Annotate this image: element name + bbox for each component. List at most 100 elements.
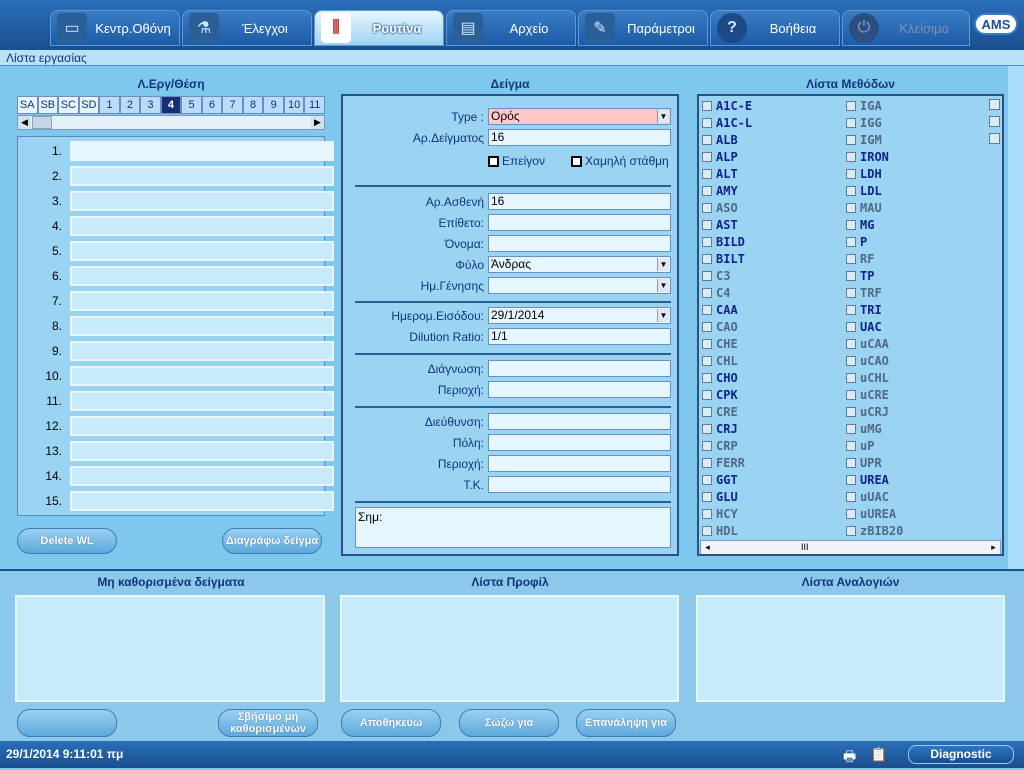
row-content[interactable] [70,441,334,461]
low-level-checkbox[interactable]: Χαμηλή στάθμη [571,154,669,168]
delete-wl-button[interactable]: Delete WL [17,528,117,554]
checkbox-icon[interactable] [571,156,582,168]
urgent-checkbox[interactable]: Επείγον [488,154,545,168]
method-item[interactable]: ALP [702,149,738,166]
checkbox-icon[interactable] [702,220,712,230]
row-content[interactable] [70,491,334,511]
position-scrollbar[interactable]: ◀ ▶ [17,115,325,130]
method-item[interactable]: uMG [846,421,882,438]
method-item[interactable]: CHE [702,336,738,353]
method-item[interactable]: LDH [846,166,882,183]
method-item[interactable]: IGA [846,98,882,115]
name-input[interactable] [488,235,671,252]
checkbox-icon[interactable] [846,220,856,230]
position-cell[interactable]: SD [78,96,100,114]
worklist-row[interactable]: 5. [18,241,334,261]
tab-close[interactable]: ⏻ Κλείσιμο [842,10,970,46]
method-item[interactable]: uCAA [846,336,889,353]
tab-parameters[interactable]: ✎ Παράμετροι [578,10,708,46]
region2-input[interactable] [488,455,671,472]
row-content[interactable] [70,291,334,311]
worklist-row[interactable]: 12. [18,416,334,436]
method-item[interactable]: uP [846,438,874,455]
method-item[interactable]: IGG [846,115,882,132]
position-cell[interactable]: 9 [263,96,284,114]
tab-controls[interactable]: ⚗ Έλεγχοι [182,10,312,46]
method-item[interactable]: FERR [702,455,745,472]
row-content[interactable] [70,391,334,411]
checkbox-icon[interactable] [702,305,712,315]
position-cell[interactable]: 1 [99,96,120,114]
worklist-row[interactable]: 3. [18,191,334,211]
worklist-row[interactable]: 7. [18,291,334,311]
tab-main-screen[interactable]: ▭ Κεντρ.Οθόνη [50,10,180,46]
chevron-down-icon[interactable]: ▼ [657,110,669,123]
checkbox-icon[interactable] [846,305,856,315]
worklist-row[interactable]: 6. [18,266,334,286]
method-item[interactable]: RF [846,251,874,268]
checkbox-icon[interactable] [846,424,856,434]
row-content[interactable] [70,416,334,436]
method-item[interactable]: UPR [846,455,882,472]
row-content[interactable] [70,216,334,236]
dilution-input[interactable]: 1/1 [488,328,671,345]
method-item[interactable]: ASO [702,200,738,217]
method-item[interactable]: uCRE [846,387,889,404]
checkbox-icon[interactable] [702,339,712,349]
method-item[interactable]: HCY [702,506,738,523]
profile-list[interactable] [340,595,679,702]
method-item[interactable]: LDL [846,183,882,200]
method-item[interactable]: MAU [846,200,882,217]
method-item[interactable]: UAC [846,319,882,336]
worklist-row[interactable]: 4. [18,216,334,236]
checkbox-icon[interactable] [702,322,712,332]
position-cell[interactable]: 6 [201,96,223,114]
method-item[interactable]: CRJ [702,421,738,438]
checkbox-icon[interactable] [846,203,856,213]
position-cell[interactable]: 7 [222,96,243,114]
method-item[interactable]: ALB [702,132,738,149]
checkbox-icon[interactable] [846,237,856,247]
position-cell[interactable]: SB [37,96,59,114]
clipboard-icon[interactable]: 📋 [870,746,887,763]
worklist-row[interactable]: 2. [18,166,334,186]
position-cell[interactable]: 3 [140,96,161,114]
method-item[interactable]: A1C-E [702,98,752,115]
region-input[interactable] [488,381,671,398]
position-cell[interactable]: SC [58,96,79,114]
scroll-right-icon[interactable]: ▸ [987,541,1000,554]
checkbox-icon[interactable] [702,152,712,162]
method-item[interactable]: CPK [702,387,738,404]
entry-date-select[interactable]: 29/1/2014 ▼ [488,307,671,324]
diagnosis-input[interactable] [488,360,671,377]
checkbox-icon[interactable] [702,118,712,128]
position-cell[interactable]: SA [17,96,38,114]
method-item[interactable]: uUREA [846,506,896,523]
checkbox-icon[interactable] [488,156,499,168]
method-item[interactable]: BILD [702,234,745,251]
method-item[interactable]: uCRJ [846,404,889,421]
position-cell[interactable]: 8 [242,96,264,114]
checkbox-icon[interactable] [702,424,712,434]
method-item[interactable]: CRP [702,438,738,455]
checkbox-icon[interactable] [702,441,712,451]
scroll-left-icon[interactable]: ◂ [701,541,714,554]
scroll-left-icon[interactable]: ◀ [18,116,31,129]
worklist-row[interactable]: 1. [18,141,334,161]
checkbox-icon[interactable] [846,186,856,196]
checkbox-icon[interactable] [846,475,856,485]
checkbox-icon[interactable] [846,441,856,451]
method-item[interactable]: zBIB20 [846,523,903,540]
methods-scrollbar[interactable]: ◂ III ▸ [700,540,1001,554]
method-item[interactable]: TRI [846,302,882,319]
checkbox-icon[interactable] [702,169,712,179]
city-input[interactable] [488,434,671,451]
method-item[interactable]: CHO [702,370,738,387]
row-content[interactable] [70,341,334,361]
position-cell[interactable]: 4 [160,96,182,114]
checkbox-icon[interactable] [846,407,856,417]
checkbox-icon[interactable] [846,526,856,536]
worklist-row[interactable]: 8. [18,316,334,336]
method-item[interactable]: CAA [702,302,738,319]
method-item[interactable]: MG [846,217,874,234]
